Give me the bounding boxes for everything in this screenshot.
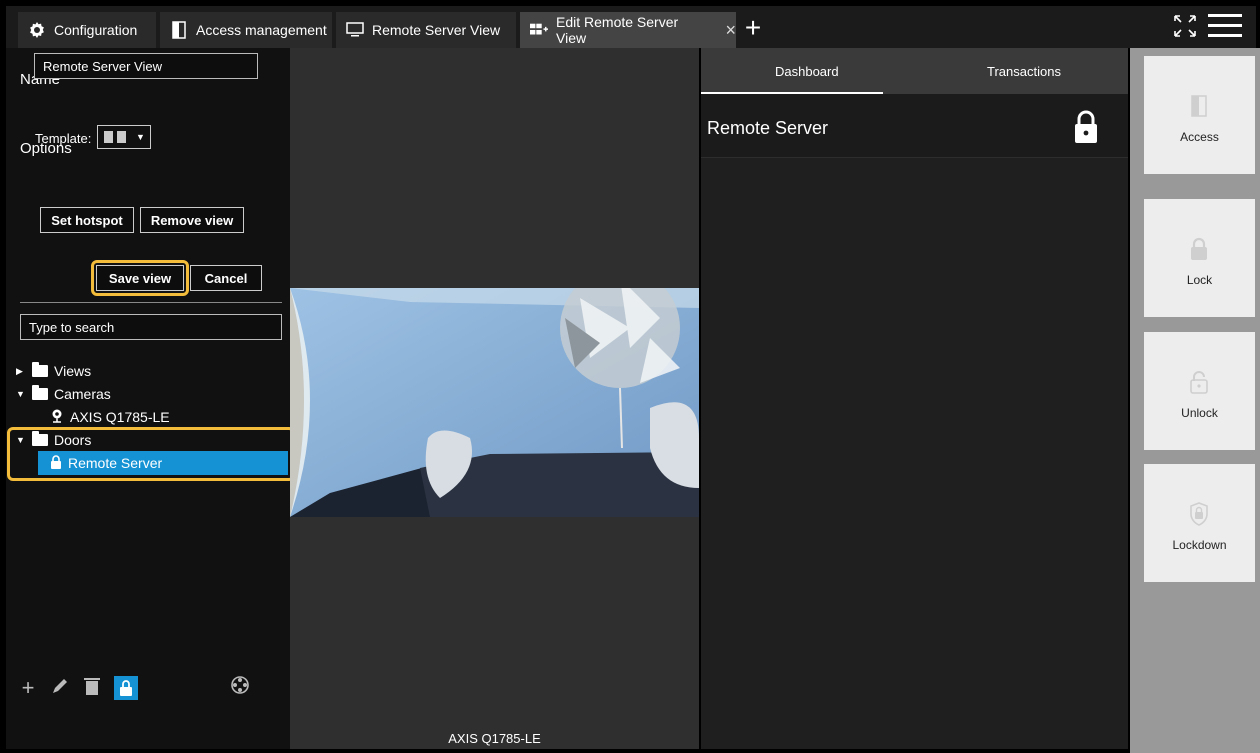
tab-dashboard[interactable]: Dashboard — [775, 64, 839, 79]
camera-name-label: AXIS Q1785-LE — [448, 731, 541, 746]
unlock-icon — [1189, 370, 1209, 394]
dashboard-tab-bar — [701, 48, 1128, 94]
door-actions-panel: Access Lock Unlock Lockdown — [1130, 48, 1260, 753]
delete-icon[interactable] — [82, 675, 102, 701]
lock-button[interactable]: Lock — [1144, 199, 1255, 317]
door-icon — [1189, 94, 1209, 118]
monitor-icon — [346, 21, 364, 39]
tree-label: Remote Server — [68, 455, 163, 471]
collapse-icon[interactable] — [1173, 14, 1197, 38]
action-label: Lock — [1186, 273, 1213, 287]
tree-item-door[interactable]: Remote Server — [50, 452, 162, 474]
add-tab-button[interactable]: + — [738, 14, 768, 44]
folder-icon — [32, 431, 48, 446]
shield-lock-icon — [1189, 502, 1209, 526]
chevron-right-icon: ▶ — [16, 365, 23, 376]
folder-icon — [32, 362, 48, 377]
layout-icon — [104, 131, 113, 143]
tree-folder-cameras[interactable]: ▼ Cameras — [16, 383, 111, 405]
search-input[interactable]: Type to search — [20, 314, 282, 340]
tree-folder-doors[interactable]: ▼ Doors — [16, 429, 91, 451]
action-label: Unlock — [1181, 406, 1218, 420]
action-label: Access — [1180, 130, 1219, 144]
chevron-down-icon: ▼ — [16, 435, 25, 445]
lock-toggle-icon[interactable] — [114, 676, 138, 700]
chevron-down-icon: ▼ — [16, 389, 25, 399]
hamburger-menu-icon[interactable] — [1208, 14, 1242, 40]
door-icon — [170, 21, 188, 39]
divider — [20, 302, 282, 303]
tree-label: AXIS Q1785-LE — [70, 409, 170, 425]
tree-item-camera[interactable]: AXIS Q1785-LE — [50, 406, 170, 428]
dashboard-panel: Dashboard Transactions Remote Server — [701, 48, 1128, 749]
tree-folder-views[interactable]: ▶ Views — [16, 360, 91, 382]
chevron-down-icon: ▼ — [136, 132, 145, 142]
lock-icon — [50, 454, 62, 472]
add-icon[interactable]: + — [18, 675, 38, 701]
close-icon[interactable]: × — [725, 20, 736, 41]
door-title: Remote Server — [707, 118, 829, 138]
tab-access-management[interactable]: Access management — [160, 12, 332, 48]
tab-label: Access management — [196, 22, 327, 38]
view-name-input[interactable]: Remote Server View — [34, 53, 258, 79]
action-label: Lockdown — [1172, 538, 1227, 552]
app-window: Configuration Access management Remote S… — [0, 0, 1260, 753]
tab-label: Remote Server View — [372, 22, 501, 38]
folder-icon — [32, 385, 48, 400]
save-view-button[interactable]: Save view — [96, 265, 184, 291]
cancel-button[interactable]: Cancel — [190, 265, 262, 291]
lock-status-icon — [1073, 110, 1099, 144]
bottom-toolbar: + — [18, 675, 250, 701]
set-hotspot-button[interactable]: Set hotspot — [40, 207, 134, 233]
lockdown-button[interactable]: Lockdown — [1144, 464, 1255, 582]
tree-label: Views — [54, 363, 92, 379]
gear-icon — [28, 21, 46, 39]
lock-icon — [1189, 237, 1209, 261]
camera-icon — [50, 409, 64, 426]
camera-view-area: AXIS Q1785-LE — [290, 48, 699, 749]
edit-icon[interactable] — [50, 675, 70, 701]
tab-remote-server-view[interactable]: Remote Server View — [336, 12, 516, 48]
tree-label: Doors — [54, 432, 92, 448]
film-reel-icon[interactable] — [230, 675, 250, 701]
template-label: Template: — [35, 131, 92, 146]
tab-transactions[interactable]: Transactions — [987, 64, 1061, 79]
edit-view-icon — [530, 21, 548, 39]
access-button[interactable]: Access — [1144, 56, 1255, 174]
camera-video-feed[interactable] — [290, 288, 699, 517]
tree-label: Cameras — [54, 386, 111, 402]
template-select[interactable]: ▼ — [97, 125, 151, 149]
unlock-button[interactable]: Unlock — [1144, 332, 1255, 450]
tab-configuration[interactable]: Configuration — [18, 12, 156, 48]
tab-edit-remote-server-view[interactable]: Edit Remote Server View × — [520, 12, 736, 48]
tab-label: Edit Remote Server View — [556, 14, 679, 46]
remove-view-button[interactable]: Remove view — [140, 207, 244, 233]
tab-label: Configuration — [54, 22, 138, 38]
